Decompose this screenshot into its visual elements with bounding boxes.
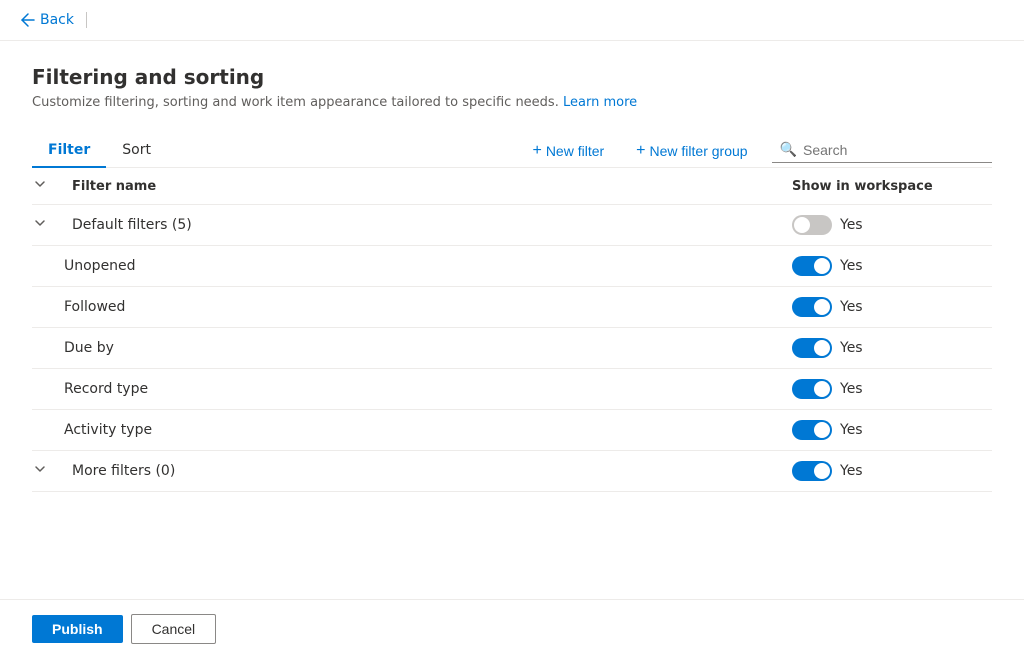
plus-icon-group: + bbox=[636, 142, 645, 160]
toggle-slider-followed bbox=[792, 297, 832, 317]
tabs-toolbar: Filter Sort + New filter + New filter gr… bbox=[32, 134, 992, 168]
table-row: Activity type Yes bbox=[32, 410, 992, 451]
toggle-label-activity-type: Yes bbox=[840, 422, 863, 438]
workspace-toggle-record-type: Yes bbox=[792, 379, 992, 399]
workspace-toggle-due-by: Yes bbox=[792, 338, 992, 358]
toggle-slider-default-group bbox=[792, 215, 832, 235]
toggle-more-group[interactable] bbox=[792, 461, 832, 481]
nav-divider bbox=[86, 12, 87, 28]
filter-name-activity-type: Activity type bbox=[64, 422, 792, 438]
tabs-area: Filter Sort bbox=[32, 134, 167, 167]
cancel-button[interactable]: Cancel bbox=[131, 614, 217, 644]
toggle-slider-due-by bbox=[792, 338, 832, 358]
search-input[interactable] bbox=[803, 142, 984, 158]
page-subtitle: Customize filtering, sorting and work it… bbox=[32, 95, 992, 110]
filter-name-due-by: Due by bbox=[64, 340, 792, 356]
plus-icon: + bbox=[532, 142, 541, 160]
main-content: Filtering and sorting Customize filterin… bbox=[0, 41, 1024, 599]
header-expand-col bbox=[32, 176, 72, 196]
back-button[interactable]: Back bbox=[20, 12, 74, 28]
top-nav: Back bbox=[0, 0, 1024, 41]
toolbar-right: + New filter + New filter group 🔍 bbox=[524, 138, 992, 164]
filter-name-followed: Followed bbox=[64, 299, 792, 315]
search-icon: 🔍 bbox=[780, 142, 797, 158]
toggle-followed[interactable] bbox=[792, 297, 832, 317]
table-row: Default filters (5) Yes bbox=[32, 205, 992, 246]
toggle-label-followed: Yes bbox=[840, 299, 863, 315]
toggle-label-due-by: Yes bbox=[840, 340, 863, 356]
new-filter-label: New filter bbox=[546, 143, 604, 159]
table-row: Followed Yes bbox=[32, 287, 992, 328]
search-box: 🔍 bbox=[772, 138, 992, 163]
toggle-slider-activity-type bbox=[792, 420, 832, 440]
new-filter-group-label: New filter group bbox=[650, 143, 748, 159]
filter-name-default-group: Default filters (5) bbox=[72, 217, 792, 233]
subtitle-text: Customize filtering, sorting and work it… bbox=[32, 95, 559, 110]
toggle-slider-record-type bbox=[792, 379, 832, 399]
header-workspace: Show in workspace bbox=[792, 179, 992, 194]
filter-name-record-type: Record type bbox=[64, 381, 792, 397]
table-row: Unopened Yes bbox=[32, 246, 992, 287]
tab-filter[interactable]: Filter bbox=[32, 134, 106, 168]
toggle-label-unopened: Yes bbox=[840, 258, 863, 274]
toggle-label-more-group: Yes bbox=[840, 463, 863, 479]
toggle-unopened[interactable] bbox=[792, 256, 832, 276]
header-filter-name: Filter name bbox=[72, 179, 792, 194]
toggle-slider-more-group bbox=[792, 461, 832, 481]
toggle-due-by[interactable] bbox=[792, 338, 832, 358]
footer: Publish Cancel bbox=[0, 599, 1024, 658]
workspace-toggle-default-group: Yes bbox=[792, 215, 992, 235]
publish-button[interactable]: Publish bbox=[32, 615, 123, 643]
workspace-toggle-activity-type: Yes bbox=[792, 420, 992, 440]
workspace-toggle-more-group: Yes bbox=[792, 461, 992, 481]
toggle-label-default-group: Yes bbox=[840, 217, 863, 233]
sort-icon bbox=[32, 176, 48, 192]
expand-default-group[interactable] bbox=[32, 215, 72, 235]
table-row: Record type Yes bbox=[32, 369, 992, 410]
toggle-default-group[interactable] bbox=[792, 215, 832, 235]
table-row: More filters (0) Yes bbox=[32, 451, 992, 492]
toggle-label-record-type: Yes bbox=[840, 381, 863, 397]
table-header: Filter name Show in workspace bbox=[32, 168, 992, 205]
new-filter-button[interactable]: + New filter bbox=[524, 138, 612, 164]
toggle-record-type[interactable] bbox=[792, 379, 832, 399]
expand-more-group[interactable] bbox=[32, 461, 72, 481]
back-label: Back bbox=[40, 12, 74, 28]
workspace-toggle-followed: Yes bbox=[792, 297, 992, 317]
filter-table: Filter name Show in workspace Default fi… bbox=[32, 168, 992, 492]
learn-more-link[interactable]: Learn more bbox=[563, 95, 637, 110]
filter-name-unopened: Unopened bbox=[64, 258, 792, 274]
page-title: Filtering and sorting bbox=[32, 65, 992, 89]
new-filter-group-button[interactable]: + New filter group bbox=[628, 138, 755, 164]
tab-sort[interactable]: Sort bbox=[106, 134, 167, 168]
toggle-slider-unopened bbox=[792, 256, 832, 276]
filter-name-more-group: More filters (0) bbox=[72, 463, 792, 479]
table-row: Due by Yes bbox=[32, 328, 992, 369]
toggle-activity-type[interactable] bbox=[792, 420, 832, 440]
workspace-toggle-unopened: Yes bbox=[792, 256, 992, 276]
